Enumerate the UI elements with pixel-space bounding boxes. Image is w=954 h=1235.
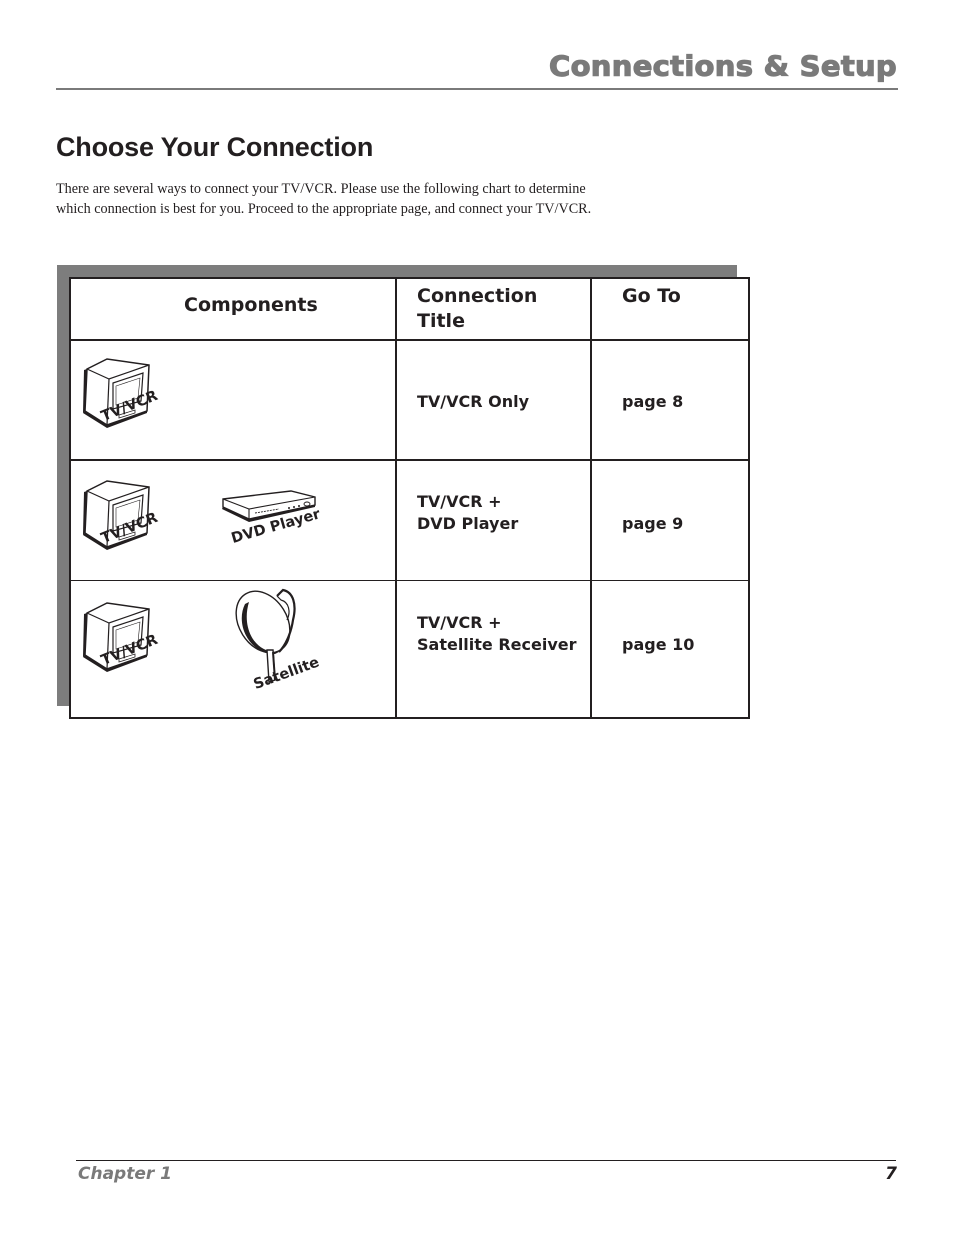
- header-components: Components: [184, 294, 318, 316]
- intro-line: There are several ways to connect your T…: [56, 181, 586, 197]
- page-title: Choose Your Connection: [56, 132, 374, 162]
- footer-chapter-label: Chapter 1: [78, 1164, 173, 1184]
- table-column-divider: [590, 279, 592, 717]
- intro-paragraph: There are several ways to connect your T…: [56, 179, 716, 219]
- footer-page-number: 7: [885, 1164, 897, 1184]
- header-divider: [56, 88, 898, 90]
- connection-title-line: TV/VCR Only: [417, 392, 530, 411]
- go-to-page[interactable]: page 10: [622, 634, 694, 656]
- go-to-page[interactable]: page 9: [622, 513, 683, 535]
- connection-title: TV/VCR + DVD Player: [417, 491, 518, 535]
- table-row-divider: [71, 580, 748, 581]
- header-connection-title-line: Title: [417, 310, 465, 332]
- header-connection-title-line: Connection: [417, 285, 538, 307]
- table-column-divider: [395, 279, 397, 717]
- connection-title: TV/VCR Only: [417, 391, 529, 413]
- intro-line: which connection is best for you. Procee…: [56, 201, 592, 217]
- go-to-page[interactable]: page 8: [622, 391, 683, 413]
- header-go-to: Go To: [622, 285, 681, 307]
- connection-title-line: TV/VCR +: [417, 613, 502, 632]
- header-connection-title: Connection Title: [417, 284, 537, 334]
- connection-title-line: TV/VCR +: [417, 492, 502, 511]
- table-row-divider: [71, 459, 748, 461]
- section-title: Connections & Setup: [548, 49, 897, 83]
- connection-title-line: Satellite Receiver: [417, 635, 577, 654]
- footer-divider: [76, 1160, 896, 1161]
- connection-title-line: DVD Player: [417, 514, 519, 533]
- connection-chart-table: Components Connection Title Go To TV/VCR…: [69, 277, 750, 719]
- table-header-divider: [71, 339, 748, 341]
- connection-title: TV/VCR + Satellite Receiver: [417, 612, 577, 656]
